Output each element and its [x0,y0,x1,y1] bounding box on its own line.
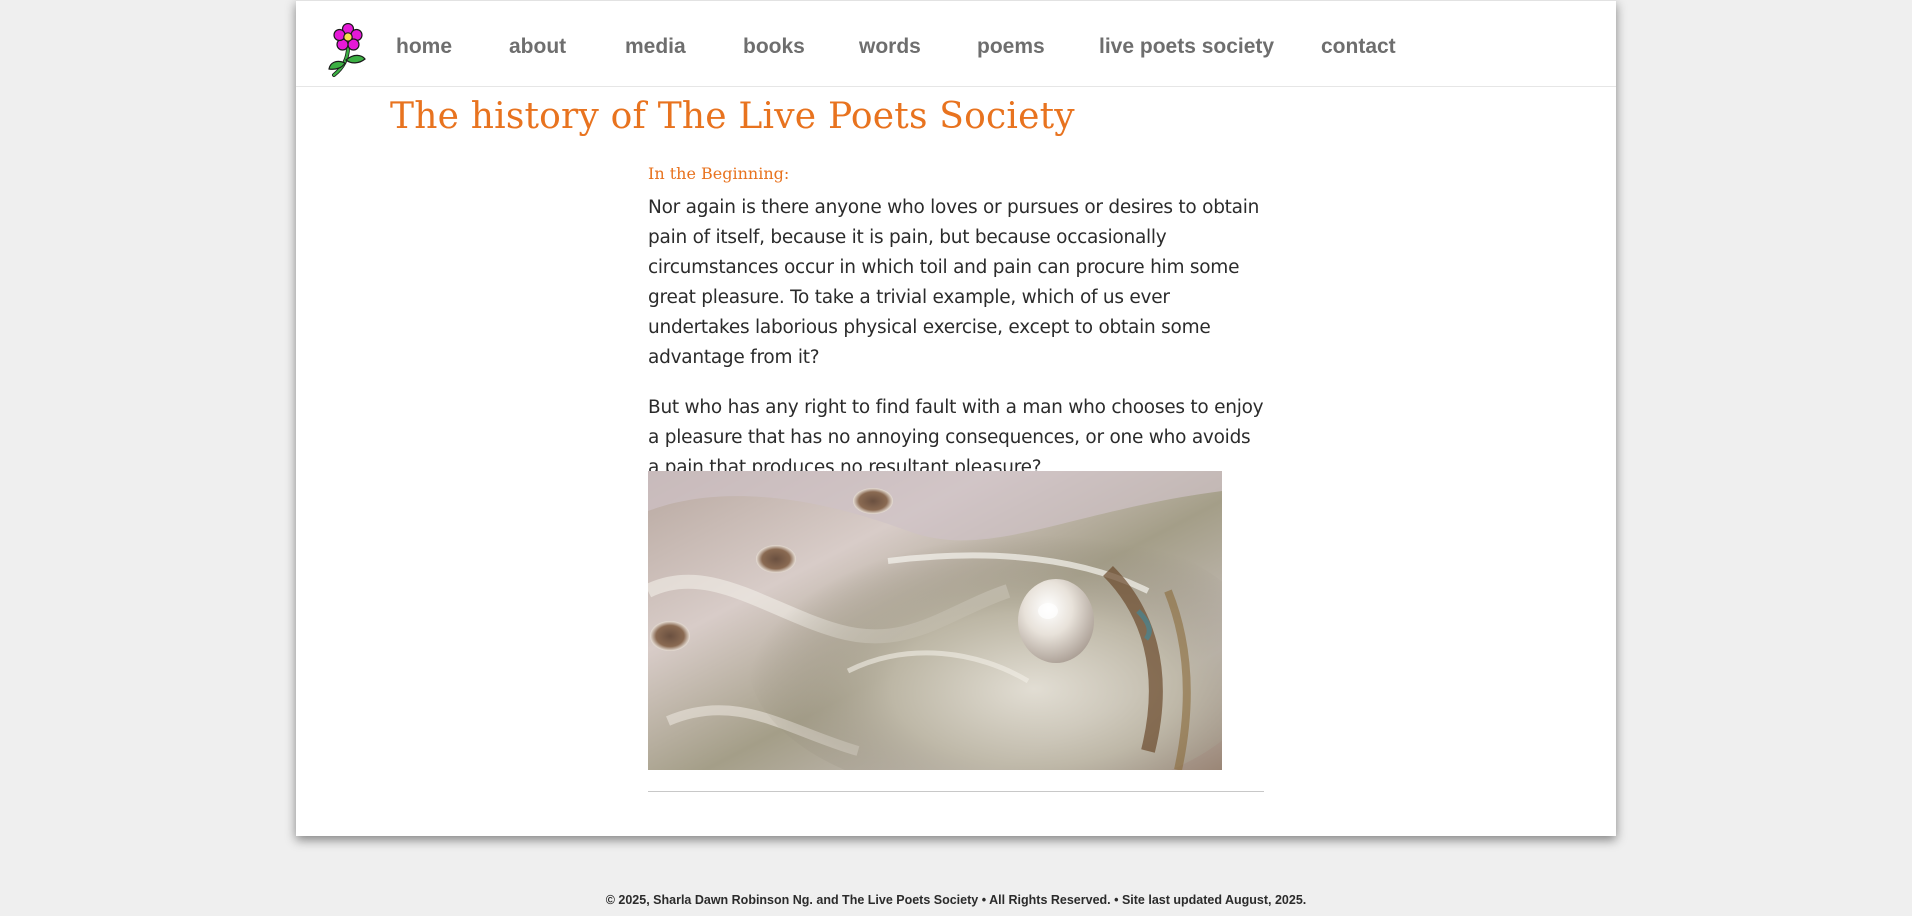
page-title: The history of The Live Poets Society [390,96,1075,137]
flower-icon[interactable] [326,22,370,79]
article-content: In the Beginning: Nor again is there any… [648,162,1266,503]
content-divider [648,791,1264,792]
paragraph: Nor again is there anyone who loves or p… [648,197,1260,368]
nav-media-link[interactable]: media [625,35,686,59]
paragraph: But who has any right to find fault with… [648,397,1264,478]
abalone-shell-pearl-image [648,471,1222,770]
nav-books-link[interactable]: books [743,35,805,59]
nav-home-link[interactable]: home [396,35,452,59]
nav-contact-link[interactable]: contact [1321,35,1396,59]
nav-live-poets-society-link[interactable]: live poets society [1099,35,1274,59]
footer-copyright: © 2025, Sharla Dawn Robinson Ng. and The… [605,893,1307,907]
nav-about-link[interactable]: about [509,35,566,59]
nav-words-link[interactable]: words [859,35,921,59]
page-container: home about media books words poems live … [296,0,1616,836]
nav-poems-link[interactable]: poems [977,35,1045,59]
top-navigation: home about media books words poems live … [296,0,1616,87]
section-heading: In the Beginning: [648,164,790,183]
